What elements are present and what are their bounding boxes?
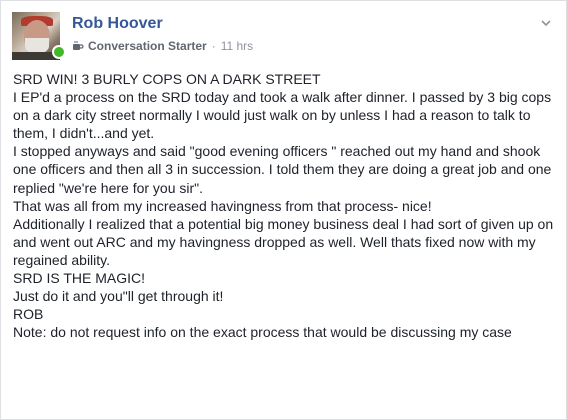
coffee-cup-icon — [73, 41, 84, 50]
post-line: I EP'd a process on the SRD today and to… — [13, 89, 552, 142]
post-line: ROB — [13, 306, 44, 323]
post-header: Rob Hoover Conversation Starter · 11 hrs — [1, 1, 566, 61]
post-line: Just do it and you"ll get through it! — [13, 288, 224, 305]
post-body: SRD WIN! 3 BURLY COPS ON A DARK STREET I… — [13, 70, 558, 341]
post-card: Rob Hoover Conversation Starter · 11 hrs… — [0, 0, 567, 420]
post-line: Note: do not request info on the exact p… — [13, 324, 512, 341]
post-meta: Conversation Starter · 11 hrs — [72, 39, 253, 53]
post-line: SRD WIN! 3 BURLY COPS ON A DARK STREET — [13, 71, 321, 87]
author-name[interactable]: Rob Hoover — [72, 15, 163, 33]
online-status-icon — [52, 45, 66, 59]
post-line: SRD IS THE MAGIC! — [13, 270, 145, 287]
post-timestamp[interactable]: 11 hrs — [221, 39, 253, 53]
conversation-starter-badge[interactable]: Conversation Starter — [88, 39, 207, 53]
post-line: That was all from my increased havingnes… — [13, 197, 432, 214]
post-line: Additionally I realized that a potential… — [13, 215, 554, 268]
chevron-down-icon[interactable] — [540, 17, 552, 29]
meta-separator: · — [211, 39, 216, 53]
post-line: I stopped anyways and said "good evening… — [13, 143, 552, 196]
